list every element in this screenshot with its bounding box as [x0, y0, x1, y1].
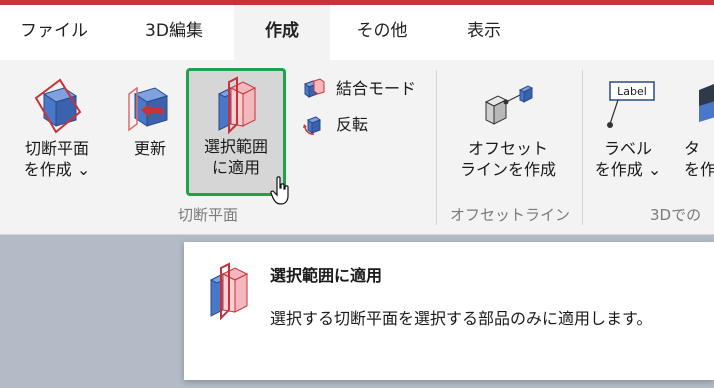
group-label-section-plane: 切断平面	[178, 206, 239, 224]
partial-ribbon-button[interactable]: タ を作	[684, 76, 714, 180]
label-icon: Label	[607, 81, 655, 128]
update-section-icon	[128, 86, 169, 132]
create-offset-line-button[interactable]: オフセット ラインを作成	[452, 78, 564, 180]
tab-other[interactable]: その他	[336, 5, 428, 60]
create-section-plane-label-1: 切断平面	[24, 139, 89, 158]
partial-tool-icon	[699, 84, 714, 122]
section-plane-cube-icon	[34, 78, 82, 134]
invert-button[interactable]: 反転	[302, 112, 382, 138]
invert-label: 反転	[336, 115, 369, 134]
ribbon-tab-bar: ファイル 3D編集 作成 その他 表示	[0, 5, 714, 60]
tab-create[interactable]: 作成	[234, 5, 330, 60]
combine-mode-icon	[303, 78, 325, 98]
update-label: 更新	[133, 139, 166, 158]
invert-icon	[303, 116, 322, 135]
ribbon-panel: 切断平面 を作成 ⌄ 更新 選択範囲 に適用 結合モード 反転 切断平面 オフセ…	[0, 60, 714, 235]
tooltip-title: 選択範囲に適用	[270, 266, 383, 285]
tab-file[interactable]: ファイル	[0, 5, 108, 60]
apply-to-selection-label-1: 選択範囲	[203, 137, 268, 156]
create-section-plane-button[interactable]: 切断平面 を作成 ⌄	[10, 76, 104, 180]
group-label-offset-line: オフセットライン	[450, 206, 571, 224]
apply-to-selection-label-2: に適用	[211, 158, 260, 177]
hand-cursor-icon	[270, 176, 289, 205]
apply-to-selection-button[interactable]: 選択範囲 に適用	[190, 74, 282, 178]
group-label-3d: 3Dでの	[650, 206, 702, 224]
apply-to-selection-icon	[209, 262, 249, 321]
partial-button-label-1: タ	[684, 139, 701, 158]
create-label-button[interactable]: Label ラベル を作成 ⌄	[588, 76, 668, 180]
tab-3d-edit[interactable]: 3D編集	[118, 5, 230, 60]
offset-line-icon	[484, 85, 534, 125]
group-separator	[436, 70, 437, 225]
partial-button-label-2: を作	[684, 160, 714, 179]
tooltip-apply-to-selection: 選択範囲に適用 選択する切断平面を選択する部品のみに適用します。	[184, 242, 714, 380]
tooltip-description: 選択する切断平面を選択する部品のみに適用します。	[270, 309, 653, 328]
create-offset-line-label-1: オフセット	[467, 139, 548, 158]
apply-to-selection-icon	[217, 76, 257, 135]
update-button[interactable]: 更新	[118, 76, 182, 159]
tab-view[interactable]: 表示	[440, 5, 528, 60]
create-label-label-1: ラベル	[603, 139, 652, 158]
create-section-plane-label-2: を作成 ⌄	[23, 160, 91, 179]
create-offset-line-label-2: ラインを作成	[459, 160, 556, 179]
create-label-label-2: を作成 ⌄	[594, 160, 662, 179]
combine-mode-label: 結合モード	[336, 79, 417, 98]
label-icon-text: Label	[617, 85, 647, 98]
combine-mode-button[interactable]: 結合モード	[302, 76, 432, 102]
group-separator	[582, 70, 583, 225]
